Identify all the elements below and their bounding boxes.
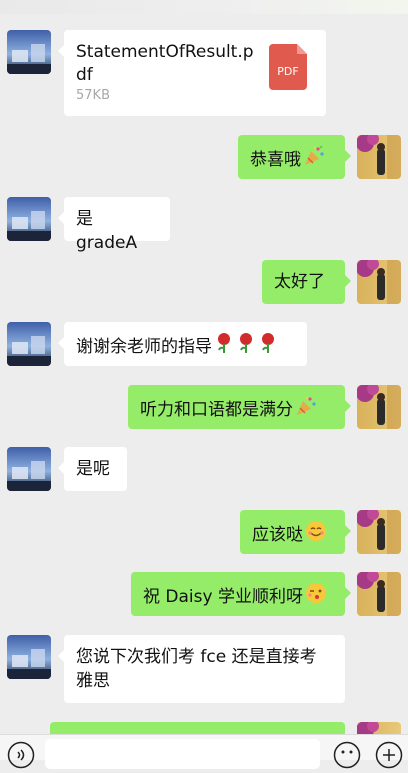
rose-icon	[214, 332, 234, 361]
emoji-icon[interactable]	[333, 741, 361, 769]
contact-avatar[interactable]	[7, 447, 51, 491]
my-avatar[interactable]	[357, 385, 401, 429]
rose-icon	[258, 332, 278, 361]
message-text: 祝 Daisy 学业顺利呀	[143, 586, 303, 607]
outgoing-message[interactable]: 祝 Daisy 学业顺利呀	[131, 572, 351, 616]
file-size: 57KB	[76, 88, 110, 103]
my-avatar[interactable]	[357, 572, 401, 616]
voice-icon[interactable]	[7, 741, 35, 769]
message-text: 太好了	[274, 272, 325, 292]
top-edge	[0, 0, 408, 14]
pdf-file-icon: PDF	[269, 44, 307, 90]
my-avatar[interactable]	[357, 260, 401, 304]
incoming-message[interactable]: 谢谢余老师的指导	[58, 322, 307, 366]
incoming-message[interactable]: 您说下次我们考 fce 还是直接考 雅思	[58, 635, 345, 703]
message-text: 是 gradeA	[76, 209, 138, 253]
contact-avatar[interactable]	[7, 322, 51, 366]
rose-icon	[236, 332, 256, 361]
contact-avatar[interactable]	[7, 197, 51, 241]
message-text: 听力和口语都是满分	[140, 399, 293, 420]
my-avatar[interactable]	[357, 135, 401, 179]
message-text-line: 您说下次我们考 fce 还是直接考	[76, 647, 317, 667]
party-popper-icon	[295, 395, 317, 424]
file-message-card[interactable]: StatementOfResult.pdf 57KB PDF	[58, 30, 326, 116]
message-text: 应该哒	[252, 524, 303, 545]
wink-kiss-icon	[305, 582, 327, 611]
message-text-line: 雅思	[76, 671, 110, 691]
incoming-message[interactable]: 是呢	[58, 447, 127, 491]
outgoing-message[interactable]: 听力和口语都是满分	[128, 385, 351, 429]
contact-avatar[interactable]	[7, 30, 51, 74]
add-icon[interactable]	[375, 741, 403, 769]
message-text: 谢谢余老师的指导	[76, 336, 212, 357]
party-popper-icon	[303, 145, 325, 174]
outgoing-message[interactable]: 应该哒	[240, 510, 351, 554]
incoming-message[interactable]: 是 gradeA	[58, 197, 170, 253]
my-avatar[interactable]	[357, 510, 401, 554]
file-name: StatementOfResult.pdf	[76, 42, 254, 85]
svg-text:PDF: PDF	[277, 65, 298, 78]
contact-avatar[interactable]	[7, 635, 51, 679]
outgoing-message[interactable]: 恭喜哦	[238, 135, 351, 179]
outgoing-message[interactable]: 太好了	[262, 260, 351, 304]
message-text: 是呢	[76, 459, 110, 479]
smile-icon	[305, 520, 327, 549]
message-text: 恭喜哦	[250, 149, 301, 170]
message-input[interactable]	[45, 739, 320, 769]
